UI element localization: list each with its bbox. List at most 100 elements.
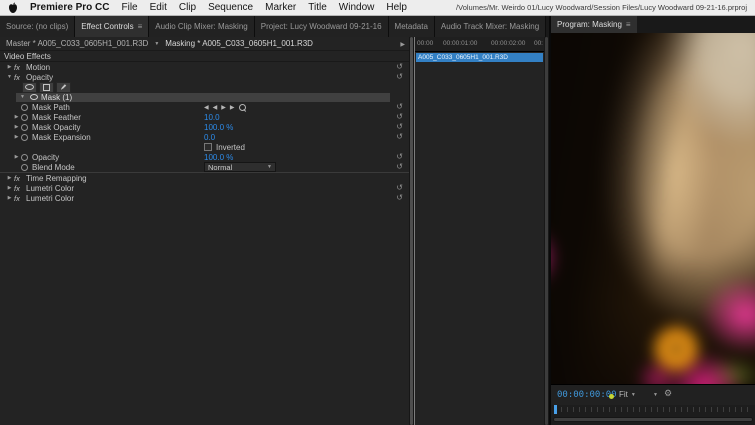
tab-audio-clip-mixer-label: Audio Clip Mixer: Masking xyxy=(155,22,248,31)
tab-audio-track-mixer[interactable]: Audio Track Mixer: Masking xyxy=(434,16,547,37)
tab-program[interactable]: Program: Masking ≡ xyxy=(551,16,637,33)
reset-icon[interactable]: ↺ xyxy=(396,73,403,81)
tab-audio-track-mixer-label: Audio Track Mixer: Masking xyxy=(440,22,540,31)
menu-title[interactable]: Title xyxy=(308,2,327,13)
stopwatch-icon[interactable] xyxy=(21,133,28,141)
tab-metadata[interactable]: Metadata xyxy=(388,16,435,37)
track-mask-forward-icon[interactable]: ▶ xyxy=(221,104,226,111)
mask-tracking-method-icon[interactable] xyxy=(238,103,246,111)
chevron-down-icon[interactable]: ▼ xyxy=(18,94,27,100)
menu-sequence[interactable]: Sequence xyxy=(208,2,253,13)
master-clip-label[interactable]: Master * A005_C033_0605H1_001.R3D xyxy=(6,39,148,48)
chevron-down-icon[interactable]: ▼ xyxy=(5,74,14,80)
row-motion[interactable]: ▶ fx Motion ↺ xyxy=(0,62,409,72)
opacity-param-value[interactable]: 100.0 % xyxy=(204,153,233,162)
sequence-clip-label[interactable]: Masking * A005_C033_0605H1_001.R3D xyxy=(165,39,313,48)
reset-icon[interactable]: ↺ xyxy=(396,133,403,141)
settings-icon[interactable]: ⚙ xyxy=(664,388,672,399)
reset-icon[interactable]: ↺ xyxy=(396,194,403,202)
chevron-right-icon[interactable]: ▶ xyxy=(5,64,14,70)
zoom-level-dropdown[interactable]: Fit ▼ xyxy=(619,390,636,399)
reset-icon[interactable]: ↺ xyxy=(396,63,403,71)
blend-mode-label: Blend Mode xyxy=(32,162,75,172)
menu-clip[interactable]: Clip xyxy=(179,2,196,13)
reset-icon[interactable]: ↺ xyxy=(396,113,403,121)
fx-toggle-icon[interactable]: fx xyxy=(14,194,26,203)
blend-mode-dropdown[interactable]: Normal ▼ xyxy=(204,162,276,172)
row-time-remapping[interactable]: ▶ fx Time Remapping xyxy=(0,172,409,183)
stopwatch-icon[interactable] xyxy=(21,153,28,161)
stopwatch-icon[interactable] xyxy=(21,103,28,111)
fx-toggle-icon[interactable]: fx xyxy=(14,73,26,82)
tab-audio-clip-mixer[interactable]: Audio Clip Mixer: Masking xyxy=(149,16,255,37)
blend-mode-value: Normal xyxy=(208,162,233,172)
tab-project[interactable]: Project: Lucy Woodward 09-21-16 xyxy=(254,16,389,37)
fx-toggle-icon[interactable]: fx xyxy=(14,184,26,193)
chevron-right-icon[interactable]: ▶ xyxy=(5,195,14,201)
menu-window[interactable]: Window xyxy=(339,2,375,13)
playhead-marker[interactable] xyxy=(554,405,557,414)
tab-effect-controls[interactable]: Effect Controls ≡ xyxy=(75,16,150,37)
ellipse-mask-tool-button[interactable] xyxy=(22,81,37,93)
chevron-right-icon[interactable]: ▶ xyxy=(12,124,21,130)
tab-source-label: Source: (no clips) xyxy=(6,22,69,31)
fx-toggle-icon[interactable]: fx xyxy=(14,174,26,183)
resolution-dropdown-icon[interactable]: ▼ xyxy=(653,392,658,398)
chevron-down-icon: ▼ xyxy=(630,391,636,398)
mask-feather-label: Mask Feather xyxy=(32,112,81,122)
row-mask-feather: ▶ Mask Feather 10.0 ↺ xyxy=(0,112,409,122)
timeline-scrollbar[interactable] xyxy=(544,37,549,425)
track-mask-back-one-icon[interactable]: ◀ xyxy=(204,104,209,111)
reset-icon[interactable]: ↺ xyxy=(396,184,403,192)
stopwatch-icon[interactable] xyxy=(21,163,28,171)
mask-opacity-value[interactable]: 100.0 % xyxy=(204,123,233,132)
program-tab-bar: Program: Masking ≡ xyxy=(551,16,755,34)
current-timecode[interactable]: 00:00:00:00 xyxy=(557,390,617,400)
chevron-down-icon[interactable]: ▼ xyxy=(154,41,159,47)
mask-path-label: Mask Path xyxy=(32,102,70,112)
mask-feather-value[interactable]: 10.0 xyxy=(204,113,220,122)
chevron-right-icon[interactable]: ▶ xyxy=(12,154,21,160)
rectangle-mask-tool-button[interactable] xyxy=(39,81,54,93)
panel-menu-icon[interactable]: ≡ xyxy=(626,20,631,29)
chevron-right-icon[interactable]: ▶ xyxy=(5,175,14,181)
stopwatch-icon[interactable] xyxy=(21,113,28,121)
ruler-label: 00:00 xyxy=(417,40,434,47)
inverted-checkbox[interactable] xyxy=(204,143,212,151)
pen-mask-tool-button[interactable] xyxy=(56,81,71,93)
tab-source[interactable]: Source: (no clips) xyxy=(0,16,76,37)
chevron-right-icon[interactable]: ▶ xyxy=(12,114,21,120)
fx-toggle-icon[interactable]: fx xyxy=(14,63,26,72)
left-panel-group: Source: (no clips) Effect Controls ≡ Aud… xyxy=(0,16,549,425)
panel-menu-icon[interactable]: ≡ xyxy=(138,22,143,31)
menu-marker[interactable]: Marker xyxy=(265,2,296,13)
track-mask-backward-icon[interactable]: ◀ xyxy=(213,104,218,111)
apple-icon[interactable] xyxy=(8,2,18,14)
app-menu[interactable]: Premiere Pro CC xyxy=(30,2,109,13)
mini-timeline-ruler[interactable] xyxy=(555,407,751,412)
tab-metadata-label: Metadata xyxy=(394,22,428,31)
menu-help[interactable]: Help xyxy=(386,2,407,13)
mask-group-bar[interactable]: ▼ Mask (1) xyxy=(16,92,390,102)
mask-shape-icon xyxy=(30,94,38,100)
stopwatch-icon[interactable] xyxy=(21,123,28,131)
reset-icon[interactable]: ↺ xyxy=(396,123,403,131)
menu-file[interactable]: File xyxy=(121,2,137,13)
track-mask-forward-one-icon[interactable]: ▶ xyxy=(230,104,235,111)
row-lumetri-color-2[interactable]: ▶ fx Lumetri Color ↺ xyxy=(0,193,409,203)
selected-clip-bar[interactable]: A005_C033_0605H1_001.R3D xyxy=(416,53,543,62)
row-lumetri-color-1[interactable]: ▶ fx Lumetri Color ↺ xyxy=(0,183,409,193)
row-mask-opacity: ▶ Mask Opacity 100.0 % ↺ xyxy=(0,122,409,132)
reset-icon[interactable]: ↺ xyxy=(396,103,403,111)
horizontal-scrollbar[interactable] xyxy=(553,417,753,422)
mask-expansion-value[interactable]: 0.0 xyxy=(204,133,215,142)
reset-icon[interactable]: ↺ xyxy=(396,153,403,161)
timeline-ruler[interactable]: 00:00 00:00:01:00 00:00:02:00 00: xyxy=(415,37,544,52)
timeline-view-toggle-icon[interactable]: ▶ xyxy=(400,41,405,48)
premiere-pro-window: Premiere Pro CC File Edit Clip Sequence … xyxy=(0,0,755,425)
chevron-right-icon[interactable]: ▶ xyxy=(5,185,14,191)
reset-icon[interactable]: ↺ xyxy=(396,163,403,171)
menu-edit[interactable]: Edit xyxy=(150,2,167,13)
chevron-right-icon[interactable]: ▶ xyxy=(12,134,21,140)
row-opacity-effect[interactable]: ▼ fx Opacity ↺ xyxy=(0,72,409,82)
